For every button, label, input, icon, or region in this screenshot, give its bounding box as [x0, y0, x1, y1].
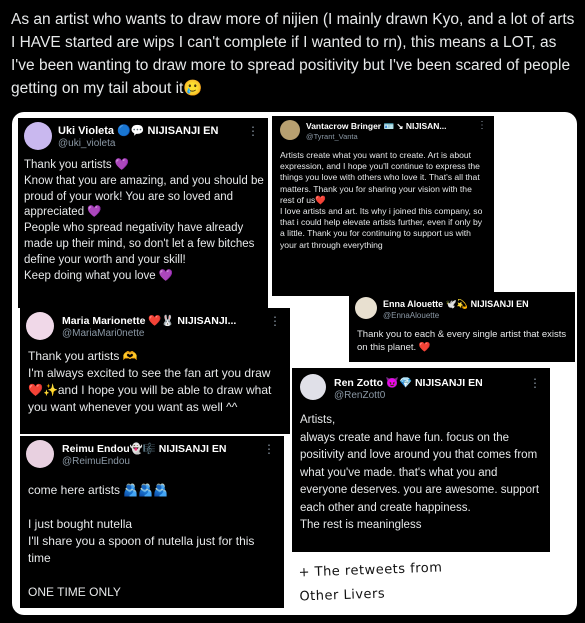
handle: @RenZott0: [334, 390, 386, 401]
display-name: Enna Alouette 🕊️💫 NIJISANJI EN: [383, 299, 529, 309]
more-dots-icon[interactable]: ⋮: [247, 124, 260, 138]
tweet-text: Thank you artists 💜 Know that you are am…: [24, 159, 264, 282]
avatar: [24, 122, 52, 150]
tweet-card-ren: Ren Zotto 😈💎 NIJISANJI EN @RenZott0 ⋮ Ar…: [292, 368, 550, 552]
display-name: Maria Marionette ❤️🐰 NIJISANJI...: [62, 315, 237, 327]
handle: @ReimuEndou: [62, 456, 130, 467]
display-name: Reimu Endou👻🎼 NIJISANJI EN: [62, 443, 227, 455]
tweet-card-uki: Uki Violeta 🔵💬 NIJISANJI EN @uki_violeta…: [18, 118, 268, 308]
collage-image[interactable]: Uki Violeta 🔵💬 NIJISANJI EN @uki_violeta…: [12, 112, 577, 615]
tweet-card-reimu: Reimu Endou👻🎼 NIJISANJI EN @ReimuEndou ⋮…: [20, 436, 284, 608]
avatar: [26, 440, 54, 468]
avatar: [280, 120, 300, 140]
more-dots-icon[interactable]: ⋮: [529, 376, 542, 390]
tweet-text: Thank you to each & every single artist …: [357, 329, 569, 353]
display-name: Vantacrow Bringer 🪪 ↘ NIJISAN...: [306, 121, 447, 131]
tweet-text: Thank you artists 🫶 I'm always excited t…: [28, 349, 272, 414]
more-dots-icon[interactable]: ⋮: [263, 442, 276, 456]
tweet-text: Artists create what you want to create. …: [280, 150, 483, 250]
handwritten-note: + The retweets from Other Livers: [298, 560, 443, 605]
handle: @MariaMari0nette: [62, 328, 145, 339]
display-name: Ren Zotto 😈💎 NIJISANJI EN: [334, 377, 483, 389]
more-dots-icon[interactable]: ⋮: [477, 120, 488, 131]
avatar: [26, 312, 54, 340]
avatar: [355, 297, 377, 319]
avatar: [300, 374, 326, 400]
handle: @EnnaAlouette: [383, 311, 440, 320]
tweet-text: Artists, always create and have fun. foc…: [300, 414, 540, 531]
handle: @Tyrant_Vanta: [306, 132, 358, 141]
tweet-card-enna: Enna Alouette 🕊️💫 NIJISANJI EN @EnnaAlou…: [349, 292, 575, 362]
tweet-text: come here artists 🫂🫂🫂 I just bought nute…: [28, 483, 255, 599]
handle: @uki_violeta: [58, 138, 116, 149]
tweet-card-vantacrow: Vantacrow Bringer 🪪 ↘ NIJISAN... @Tyrant…: [272, 116, 494, 296]
post-caption: As an artist who wants to draw more of n…: [11, 11, 575, 97]
display-name: Uki Violeta 🔵💬 NIJISANJI EN: [58, 125, 219, 137]
tweet-card-maria: Maria Marionette ❤️🐰 NIJISANJI... @Maria…: [20, 308, 290, 434]
more-dots-icon[interactable]: ⋮: [269, 314, 282, 328]
